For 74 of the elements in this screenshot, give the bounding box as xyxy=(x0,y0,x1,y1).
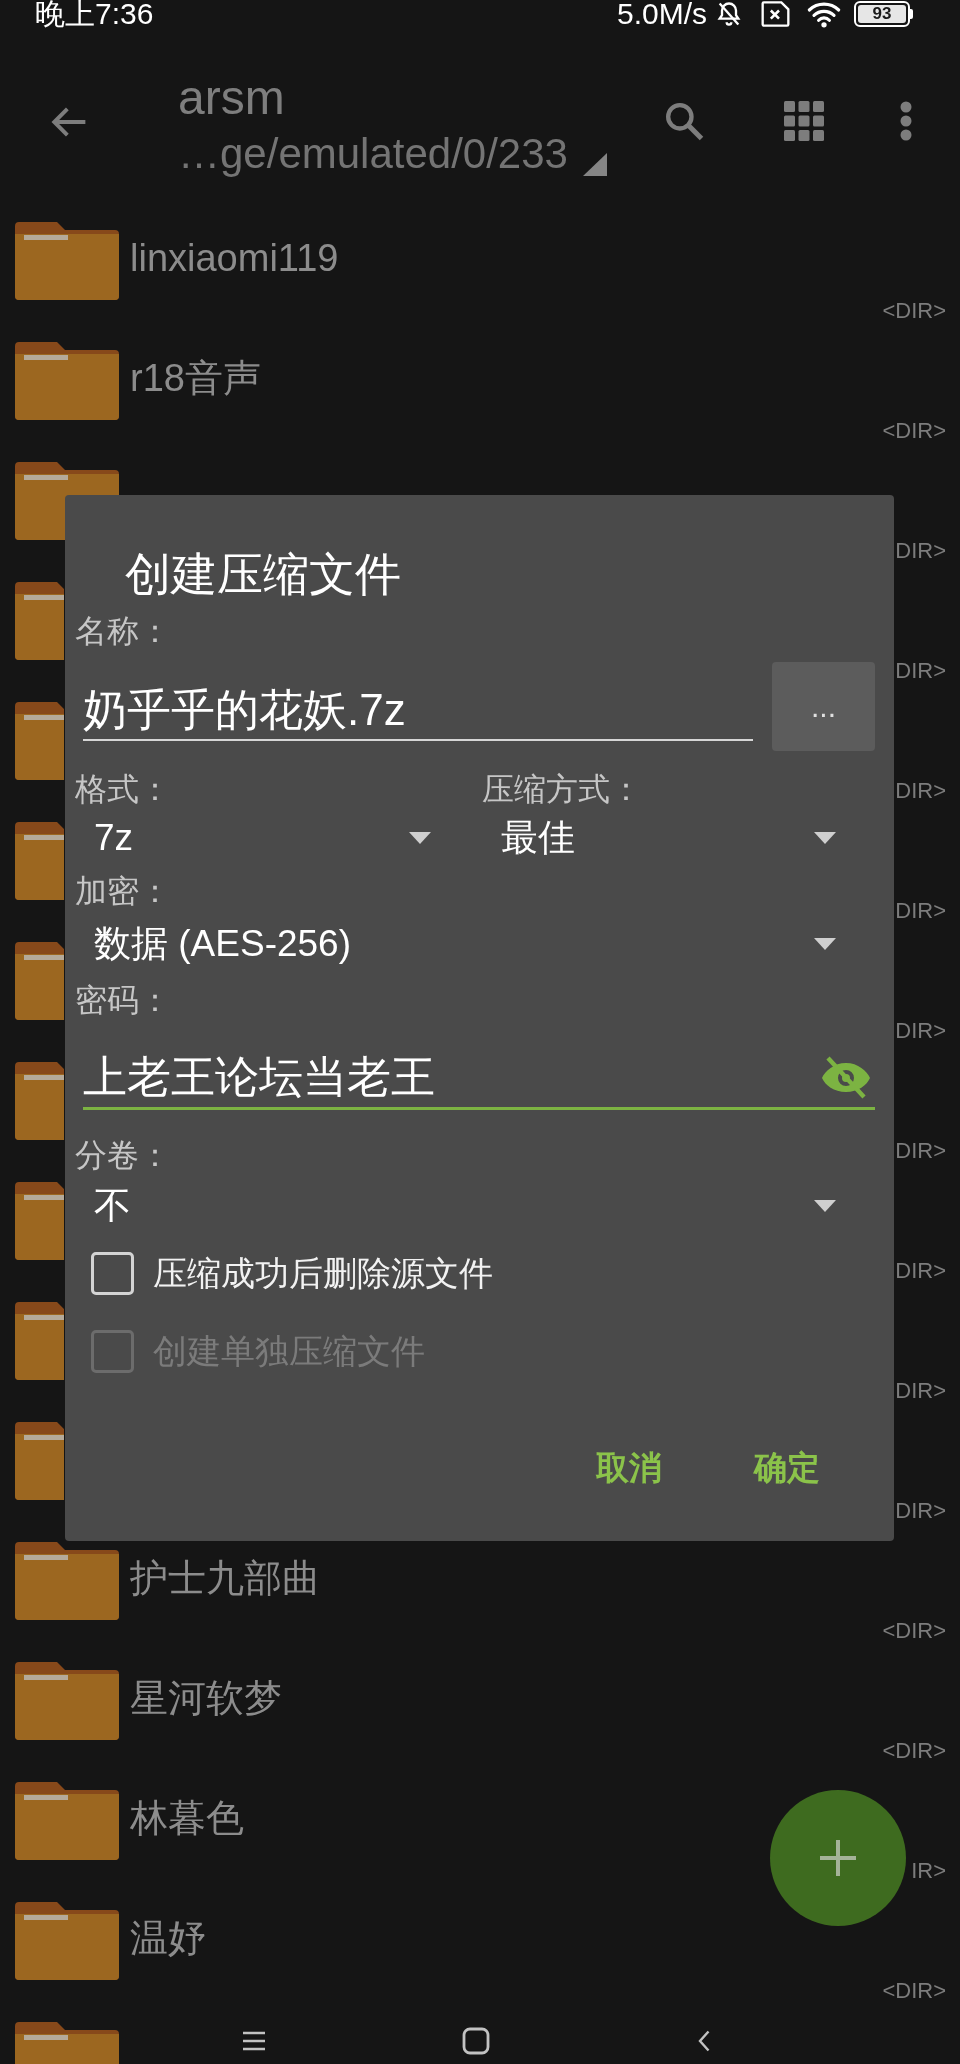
folder-icon xyxy=(15,221,119,301)
sim-card-icon xyxy=(759,0,792,28)
clock-time: 晚上7:36 xyxy=(35,0,154,28)
file-detail: DIR> xyxy=(895,1137,946,1165)
dropdown[interactable]: 数据 (AES-256) xyxy=(75,918,875,970)
dialog-title: 创建压缩文件 xyxy=(125,547,402,602)
more-icon[interactable] xyxy=(900,101,912,141)
file-name: 温妤 xyxy=(130,1916,206,1961)
folder-icon xyxy=(15,1661,119,1741)
folder-icon xyxy=(15,1781,119,1861)
file-detail: <DIR> xyxy=(882,1737,946,1765)
folder-path: …ge/emulated/0/233 xyxy=(178,130,568,178)
folder-icon xyxy=(15,1421,64,1501)
file-detail: DIR> xyxy=(895,777,946,805)
search-icon[interactable] xyxy=(664,101,704,141)
file-name: 护士九部曲 xyxy=(130,1556,320,1601)
folder-icon xyxy=(15,701,64,781)
field-label: 加密： xyxy=(75,872,172,911)
folder-title: arsm xyxy=(178,70,286,126)
file-detail: <DIR> xyxy=(882,297,946,325)
menu-icon[interactable] xyxy=(242,2029,266,2053)
file-detail: DIR> xyxy=(895,537,946,565)
text-button[interactable]: 确定 xyxy=(726,1440,848,1496)
caret-icon xyxy=(814,1200,836,1212)
file-name: 星河软梦 xyxy=(130,1676,282,1721)
folder-icon xyxy=(15,821,64,901)
dropdown[interactable]: 不 xyxy=(75,1180,875,1232)
caret-icon xyxy=(814,832,836,844)
file-detail: DIR> xyxy=(895,657,946,685)
network-speed: 5.0M/s xyxy=(616,0,707,28)
eye-slash-icon[interactable] xyxy=(820,1054,872,1099)
file-detail: <DIR> xyxy=(882,1977,946,2005)
folder-icon xyxy=(15,1541,119,1621)
text-button[interactable]: 取消 xyxy=(568,1440,690,1496)
field-label: 密码： xyxy=(75,981,172,1020)
folder-icon xyxy=(15,1901,119,1981)
file-detail: DIR> xyxy=(895,1017,946,1045)
folder-icon xyxy=(15,1301,64,1381)
filename-input[interactable]: 奶乎乎的花妖.7z xyxy=(83,681,753,741)
file-detail: DIR> xyxy=(895,1257,946,1285)
file-detail: <DIR> xyxy=(882,417,946,445)
file-name: r18音声 xyxy=(130,356,261,401)
folder-icon xyxy=(15,1061,64,1141)
field-label: 格式： xyxy=(75,770,172,809)
file-name: linxiaomi119 xyxy=(130,236,339,281)
folder-icon xyxy=(15,341,119,421)
folder-icon xyxy=(15,1181,64,1261)
dropdown[interactable]: 7z xyxy=(75,812,470,864)
file-detail: IR> xyxy=(911,1857,946,1885)
back-chevron-icon[interactable] xyxy=(698,2030,710,2052)
file-name: 林暮色 xyxy=(130,1796,244,1841)
grid-view-icon[interactable] xyxy=(784,101,824,141)
file-detail: DIR> xyxy=(895,897,946,925)
caret-icon xyxy=(814,938,836,950)
rounded-square-icon[interactable] xyxy=(462,2027,490,2055)
checkbox-label: 压缩成功后删除源文件 xyxy=(153,1253,493,1294)
folder-icon xyxy=(15,581,64,661)
caret-icon xyxy=(409,832,431,844)
file-detail: DIR> xyxy=(895,1377,946,1405)
bell-slash-icon xyxy=(715,0,743,28)
file-detail: <DIR> xyxy=(882,1617,946,1645)
wifi-icon xyxy=(806,0,842,28)
field-label: 分卷： xyxy=(75,1136,172,1175)
file-detail: DIR> xyxy=(895,1497,946,1525)
corner-triangle-icon[interactable] xyxy=(582,153,607,176)
dropdown[interactable]: 最佳 xyxy=(482,812,875,864)
field-label: 压缩方式： xyxy=(482,770,643,809)
password-input[interactable]: 上老王论坛当老王 xyxy=(83,1040,875,1110)
folder-icon xyxy=(15,941,64,1021)
battery-indicator: 93 xyxy=(854,1,913,27)
plus-icon xyxy=(820,1840,856,1876)
field-label: 名称： xyxy=(75,612,172,651)
browse-button[interactable]: ... xyxy=(772,662,875,751)
checkbox[interactable] xyxy=(91,1251,134,1295)
